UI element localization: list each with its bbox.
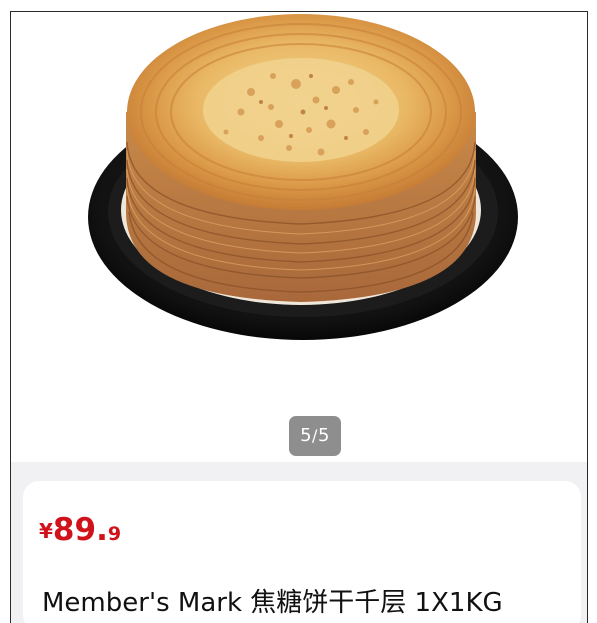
price-decimal: 9 bbox=[107, 523, 122, 545]
price-integer: 89 bbox=[52, 512, 97, 548]
price-decimal-point: . bbox=[96, 512, 108, 548]
page-indicator-total: 5 bbox=[317, 425, 330, 446]
product-page: 5/5 ¥89.9 Member's Mark 焦糖饼干千层 1X1KG bbox=[0, 0, 597, 623]
cake-photo bbox=[88, 14, 518, 340]
product-image-gallery[interactable]: 5/5 bbox=[11, 12, 587, 462]
price-currency: ¥ bbox=[39, 519, 53, 543]
image-page-indicator: 5/5 bbox=[289, 416, 341, 456]
product-price: ¥89.9 bbox=[39, 512, 121, 548]
page-indicator-current: 5 bbox=[300, 425, 313, 446]
product-title: Member's Mark 焦糖饼干千层 1X1KG bbox=[42, 588, 503, 618]
